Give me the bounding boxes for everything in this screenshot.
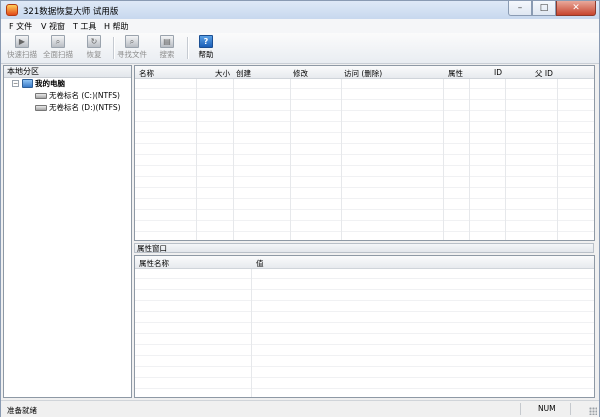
collapse-icon[interactable]: −: [12, 80, 19, 87]
column-divider: [557, 66, 558, 240]
status-text: 准备就绪: [7, 406, 37, 415]
close-button[interactable]: ✕: [556, 1, 596, 16]
search-button[interactable]: ▤ 搜索: [150, 35, 184, 62]
properties-window-title: 属性窗口: [134, 243, 594, 253]
minimize-icon: –: [517, 3, 523, 13]
menu-help[interactable]: H 帮助: [104, 21, 129, 32]
menu-file[interactable]: F 文件: [9, 21, 32, 32]
window-controls: – □ ✕: [508, 1, 596, 17]
menu-tools[interactable]: T 工具: [73, 21, 96, 32]
maximize-button[interactable]: □: [532, 1, 556, 16]
tree-item-my-computer[interactable]: − 我的电脑: [4, 78, 131, 90]
column-divider: [505, 66, 506, 240]
column-header-id[interactable]: ID: [494, 68, 502, 77]
help-button[interactable]: ? 帮助: [189, 35, 223, 62]
properties-header: 属性名称 值: [135, 256, 594, 269]
status-bar: 准备就绪 NUM: [1, 400, 599, 417]
column-header-accessed-deleted[interactable]: 访问 (删除): [344, 68, 382, 79]
local-partitions-panel: 本地分区 − 我的电脑 无卷标名 (C:)(NTFS) 无卷标名 (D:)(NT…: [3, 65, 132, 398]
column-divider: [251, 256, 252, 397]
title-bar[interactable]: 321数据恢复大师 试用版 – □ ✕: [1, 1, 599, 19]
file-list-table[interactable]: 名称 大小 创建 修改 访问 (删除) 属性 ID 父 ID: [134, 65, 595, 241]
column-divider: [290, 66, 291, 240]
panel-header: 本地分区: [4, 66, 131, 78]
column-divider: [469, 66, 470, 240]
drive-c-label: 无卷标名 (C:)(NTFS): [49, 91, 120, 100]
tree-item-drive-d[interactable]: 无卷标名 (D:)(NTFS): [4, 102, 131, 114]
column-header-attributes[interactable]: 属性: [448, 68, 463, 79]
column-header-name[interactable]: 名称: [139, 68, 154, 79]
search-icon: ⌕: [125, 35, 139, 48]
help-label: 帮助: [198, 50, 214, 59]
full-scan-button[interactable]: ⌕ 全面扫描: [41, 35, 75, 62]
column-header-modified[interactable]: 修改: [293, 68, 308, 79]
num-lock-indicator: NUM: [538, 404, 556, 413]
computer-icon: [22, 79, 33, 88]
app-window: 321数据恢复大师 试用版 – □ ✕ F 文件 V 视窗 T 工具 H 帮助 …: [0, 0, 600, 417]
quick-scan-label: 快速扫描: [7, 50, 37, 59]
menu-bar: F 文件 V 视窗 T 工具 H 帮助: [1, 19, 599, 34]
properties-table[interactable]: 属性名称 值: [134, 255, 595, 398]
column-divider: [443, 66, 444, 240]
recover-label: 恢复: [86, 50, 102, 59]
column-header-value[interactable]: 值: [256, 258, 264, 269]
document-search-icon: ▤: [160, 35, 174, 48]
search-label: 搜索: [159, 50, 175, 59]
close-icon: ✕: [572, 3, 580, 13]
menu-view[interactable]: V 视窗: [41, 21, 65, 32]
help-icon: ?: [199, 35, 213, 48]
column-header-created[interactable]: 创建: [236, 68, 251, 79]
hard-drive-icon: [35, 105, 47, 111]
resize-grip-icon[interactable]: [589, 407, 597, 415]
file-list-rows: [135, 78, 594, 240]
toolbar-separator: [113, 37, 114, 59]
column-header-parent-id[interactable]: 父 ID: [535, 68, 553, 79]
status-divider: [570, 403, 571, 415]
recover-button[interactable]: ↻ 恢复: [77, 35, 111, 62]
properties-rows: [135, 268, 594, 397]
zoom-scan-icon: ⌕: [51, 35, 65, 48]
tree-item-drive-c[interactable]: 无卷标名 (C:)(NTFS): [4, 90, 131, 102]
toolbar: ▶ 快速扫描 ⌕ 全面扫描 ↻ 恢复 ⌕ 寻找文件 ▤ 搜索 ? 帮助: [1, 33, 599, 64]
full-scan-label: 全面扫描: [43, 50, 73, 59]
find-file-button[interactable]: ⌕ 寻找文件: [115, 35, 149, 62]
minimize-button[interactable]: –: [508, 1, 532, 16]
toolbar-separator: [187, 37, 188, 59]
refresh-icon: ↻: [87, 35, 101, 48]
column-header-size[interactable]: 大小: [215, 68, 230, 79]
play-icon: ▶: [15, 35, 29, 48]
quick-scan-button[interactable]: ▶ 快速扫描: [5, 35, 39, 62]
column-divider: [196, 66, 197, 240]
hard-drive-icon: [35, 93, 47, 99]
find-file-label: 寻找文件: [117, 50, 147, 59]
column-divider: [341, 66, 342, 240]
file-list-header: 名称 大小 创建 修改 访问 (删除) 属性 ID 父 ID: [135, 66, 594, 79]
status-divider: [520, 403, 521, 415]
maximize-icon: □: [539, 3, 549, 13]
app-logo-icon: [6, 4, 18, 16]
column-header-property-name[interactable]: 属性名称: [139, 258, 169, 269]
window-title: 321数据恢复大师 试用版: [23, 7, 119, 17]
drive-d-label: 无卷标名 (D:)(NTFS): [49, 103, 121, 112]
column-divider: [233, 66, 234, 240]
tree-root-label: 我的电脑: [35, 79, 65, 88]
